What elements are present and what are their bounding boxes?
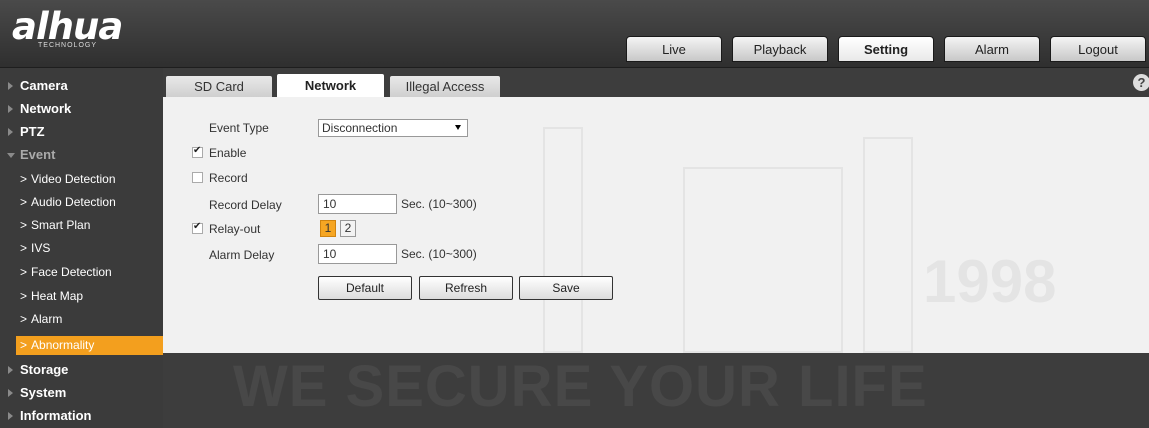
tab-network[interactable]: Network — [277, 74, 384, 97]
relay-out-label: Relay-out — [209, 222, 261, 236]
watermark-building — [683, 167, 843, 353]
sidebar-subitem-heat-map[interactable]: > Heat Map — [0, 285, 163, 308]
alarm-delay-input[interactable]: 10 — [318, 244, 397, 264]
sidebar-item-information[interactable]: Information — [0, 404, 163, 427]
tab-illegal-access[interactable]: Illegal Access — [390, 76, 500, 97]
dropdown-arrow-icon — [455, 125, 461, 130]
sidebar-subitem-label: Smart Plan — [31, 218, 91, 232]
help-icon[interactable]: ? — [1133, 74, 1149, 91]
sidebar-item-network[interactable]: Network — [0, 97, 163, 120]
record-delay-unit: Sec. (10~300) — [401, 197, 477, 211]
chevron-right-icon: > — [20, 172, 28, 186]
sidebar-item-label: Camera — [20, 78, 68, 93]
chevron-right-icon: > — [20, 218, 28, 232]
sidebar-item-label: Storage — [20, 362, 69, 377]
sidebar-subitem-alarm[interactable]: > Alarm — [0, 308, 163, 331]
footer-area: WE SECURE YOUR LIFE — [163, 353, 1149, 428]
sidebar-subitem-smart-plan[interactable]: > Smart Plan — [0, 214, 163, 237]
sidebar-subitem-face-detection[interactable]: > Face Detection — [0, 261, 163, 284]
relay-1-button[interactable]: 1 — [320, 220, 336, 237]
tab-sd-card[interactable]: SD Card — [166, 76, 272, 97]
expanded-arrow-icon — [7, 153, 15, 158]
relay-2-button[interactable]: 2 — [340, 220, 356, 237]
watermark-year: 1998 — [923, 248, 1057, 315]
sidebar: Camera Network PTZ Event > Video Detectio… — [0, 68, 163, 428]
record-delay-label: Record Delay — [209, 198, 282, 212]
chevron-right-icon: > — [20, 289, 28, 303]
sidebar-subitem-label: Video Detection — [31, 172, 116, 186]
collapsed-arrow-icon — [8, 105, 13, 113]
nav-alarm[interactable]: Alarm — [944, 36, 1040, 62]
collapsed-arrow-icon — [8, 128, 13, 136]
sidebar-subitem-label: Abnormality — [31, 338, 95, 352]
event-type-label: Event Type — [209, 121, 269, 135]
refresh-button[interactable]: Refresh — [419, 276, 513, 300]
collapsed-arrow-icon — [8, 366, 13, 374]
record-delay-input[interactable]: 10 — [318, 194, 397, 214]
watermark-tower — [863, 137, 913, 353]
sidebar-item-camera[interactable]: Camera — [0, 74, 163, 97]
nav-playback[interactable]: Playback — [732, 36, 828, 62]
chevron-right-icon: > — [20, 312, 28, 326]
sidebar-item-label: PTZ — [20, 124, 45, 139]
chevron-right-icon: > — [20, 265, 28, 279]
collapsed-arrow-icon — [8, 389, 13, 397]
default-button[interactable]: Default — [318, 276, 412, 300]
sidebar-subitem-label: Heat Map — [31, 289, 84, 303]
sidebar-item-event[interactable]: Event — [0, 143, 163, 166]
collapsed-arrow-icon — [8, 82, 13, 90]
alarm-delay-label: Alarm Delay — [209, 248, 275, 262]
enable-label: Enable — [209, 146, 247, 160]
sidebar-subitem-label: Audio Detection — [31, 195, 116, 209]
sidebar-subitem-video-detection[interactable]: > Video Detection — [0, 168, 163, 191]
alarm-delay-unit: Sec. (10~300) — [401, 247, 477, 261]
event-type-value: Disconnection — [322, 121, 398, 135]
watermark-tower — [543, 127, 583, 353]
watermark-slogan: WE SECURE YOUR LIFE — [233, 354, 928, 419]
dahua-logo: alhua TECHNOLOGY — [12, 5, 123, 50]
nav-logout[interactable]: Logout — [1050, 36, 1146, 62]
sidebar-subitem-label: IVS — [31, 241, 51, 255]
sidebar-item-ptz[interactable]: PTZ — [0, 120, 163, 143]
sidebar-item-label: Network — [20, 101, 72, 116]
save-button[interactable]: Save — [519, 276, 613, 300]
nav-setting[interactable]: Setting — [838, 36, 934, 62]
nav-live[interactable]: Live — [626, 36, 722, 62]
tab-bar: SD Card Network Illegal Access — [163, 68, 1149, 97]
sidebar-subitem-abnormality[interactable]: > Abnormality — [16, 336, 163, 355]
sidebar-item-label: Information — [20, 408, 92, 423]
header-bar: alhua TECHNOLOGY Live Playback Setting A… — [0, 0, 1149, 68]
sidebar-item-system[interactable]: System — [0, 381, 163, 404]
chevron-right-icon: > — [20, 338, 28, 352]
sidebar-subitem-audio-detection[interactable]: > Audio Detection — [0, 191, 163, 214]
sidebar-subitem-ivs[interactable]: > IVS — [0, 237, 163, 260]
record-checkbox[interactable] — [192, 172, 203, 183]
sidebar-item-storage[interactable]: Storage — [0, 358, 163, 381]
event-type-select[interactable]: Disconnection — [318, 119, 468, 137]
chevron-right-icon: > — [20, 195, 28, 209]
enable-checkbox[interactable] — [192, 145, 203, 158]
sidebar-subitem-label: Alarm — [31, 312, 63, 326]
settings-panel: 1998 Event Type Disconnection Enable Rec… — [163, 97, 1149, 353]
chevron-right-icon: > — [20, 241, 28, 255]
sidebar-subitem-label: Face Detection — [31, 265, 112, 279]
logo-brand: alhua — [12, 5, 123, 48]
sidebar-item-label: Event — [20, 147, 56, 162]
collapsed-arrow-icon — [8, 412, 13, 420]
sidebar-item-label: System — [20, 385, 67, 400]
record-label: Record — [209, 171, 248, 185]
relay-out-checkbox[interactable] — [192, 221, 203, 234]
